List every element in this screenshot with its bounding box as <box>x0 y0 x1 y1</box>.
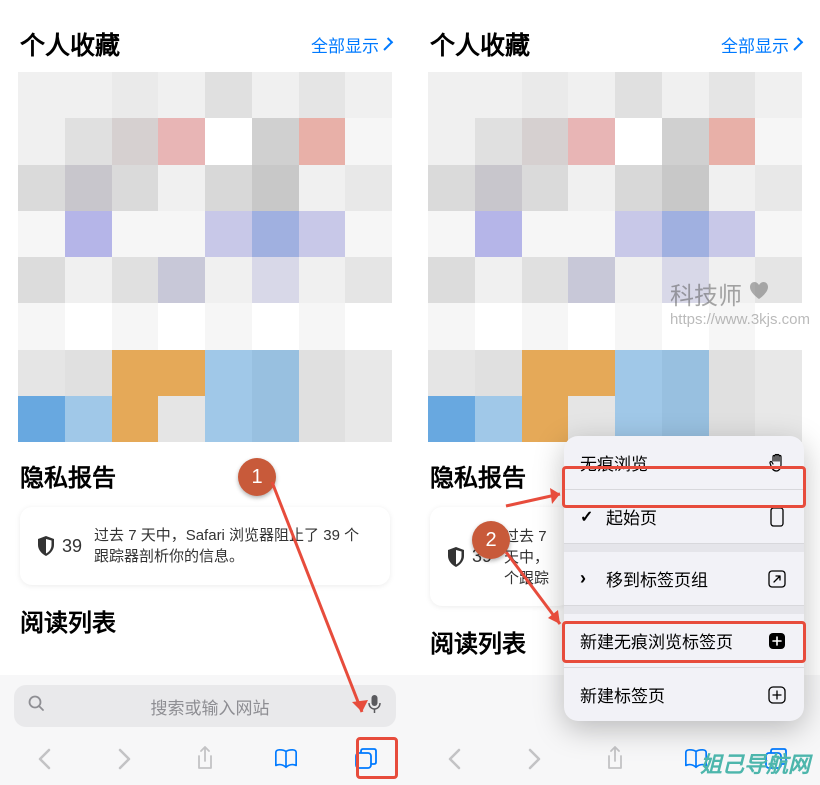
phone-icon <box>766 506 788 528</box>
privacy-title: 隐私报告 <box>20 458 390 493</box>
nav-icons <box>14 739 396 771</box>
menu-move-label: 移到标签页组 <box>606 566 708 591</box>
arrow-box-icon <box>766 568 788 590</box>
forward-icon <box>523 747 547 771</box>
share-icon <box>193 747 217 771</box>
search-icon <box>28 695 45 717</box>
mic-icon[interactable] <box>367 694 382 719</box>
menu-start-page[interactable]: ✓ 起始页 <box>564 490 804 544</box>
shield-icon: 39 <box>36 535 82 557</box>
show-all-label: 全部显示 <box>311 32 379 57</box>
show-all-link[interactable]: 全部显示 <box>311 32 390 57</box>
highlight-tabs <box>356 737 398 779</box>
menu-separator <box>564 606 804 614</box>
menu-private-browsing[interactable]: 无痕浏览 <box>564 436 804 490</box>
menu-new-private-tab[interactable]: 新建无痕浏览标签页 <box>564 614 804 668</box>
menu-new-tab-label: 新建标签页 <box>580 682 665 707</box>
favorites-title: 个人收藏 <box>430 26 530 62</box>
right-screenshot: 个人收藏 全部显示 隐私报告 39 过去 7 天中， 个跟踪 阅读列表 <box>410 0 820 785</box>
favorites-grid <box>410 72 820 442</box>
show-all-link[interactable]: 全部显示 <box>721 32 800 57</box>
share-icon <box>603 747 627 771</box>
menu-new-private-label: 新建无痕浏览标签页 <box>580 628 733 653</box>
favorites-title: 个人收藏 <box>20 26 120 62</box>
menu-move-group[interactable]: › 移到标签页组 <box>564 552 804 606</box>
show-all-label: 全部显示 <box>721 32 789 57</box>
checkmark-icon: ✓ <box>580 507 596 527</box>
left-screenshot: 个人收藏 全部显示 隐私报告 39 过去 7 天中，Safari 浏览器阻止了 … <box>0 0 410 785</box>
menu-new-tab[interactable]: 新建标签页 <box>564 668 804 721</box>
callout-2: 2 <box>472 521 510 559</box>
chevron-right-icon <box>380 37 393 50</box>
forward-icon <box>113 747 137 771</box>
menu-private-label: 无痕浏览 <box>580 450 648 475</box>
favorites-header: 个人收藏 全部显示 <box>0 0 410 72</box>
callout-1: 1 <box>238 458 276 496</box>
back-icon <box>442 747 466 771</box>
privacy-card[interactable]: 39 过去 7 天中，Safari 浏览器阻止了 39 个跟踪器剖析你的信息。 <box>20 507 390 585</box>
favorites-header: 个人收藏 全部显示 <box>410 0 820 72</box>
menu-start-label: 起始页 <box>606 504 657 529</box>
search-placeholder: 搜索或输入网站 <box>53 694 367 719</box>
chevron-right-icon: › <box>580 568 596 589</box>
back-icon <box>32 747 56 771</box>
plus-box-icon <box>766 684 788 706</box>
bookmarks-icon[interactable] <box>274 747 298 771</box>
bottom-watermark: 姐己导航网 <box>700 747 810 779</box>
read-section: 阅读列表 <box>0 585 410 638</box>
chevron-right-icon <box>790 37 803 50</box>
read-title: 阅读列表 <box>20 603 390 638</box>
privacy-text: 过去 7 天中，Safari 浏览器阻止了 39 个跟踪器剖析你的信息。 <box>94 525 374 567</box>
plus-box-dark-icon <box>766 630 788 652</box>
privacy-text-partial: 过去 7 天中， 个跟踪 <box>504 525 554 588</box>
toolbar: 搜索或输入网站 <box>0 675 410 785</box>
hand-icon <box>766 452 788 474</box>
favorites-grid <box>0 72 410 442</box>
privacy-section: 隐私报告 39 过去 7 天中，Safari 浏览器阻止了 39 个跟踪器剖析你… <box>0 442 410 585</box>
privacy-count: 39 <box>62 536 82 557</box>
tabs-popup-menu: 无痕浏览 ✓ 起始页 › 移到标签页组 新建无痕浏 <box>564 436 804 721</box>
search-bar[interactable]: 搜索或输入网站 <box>14 685 396 727</box>
menu-separator <box>564 544 804 552</box>
